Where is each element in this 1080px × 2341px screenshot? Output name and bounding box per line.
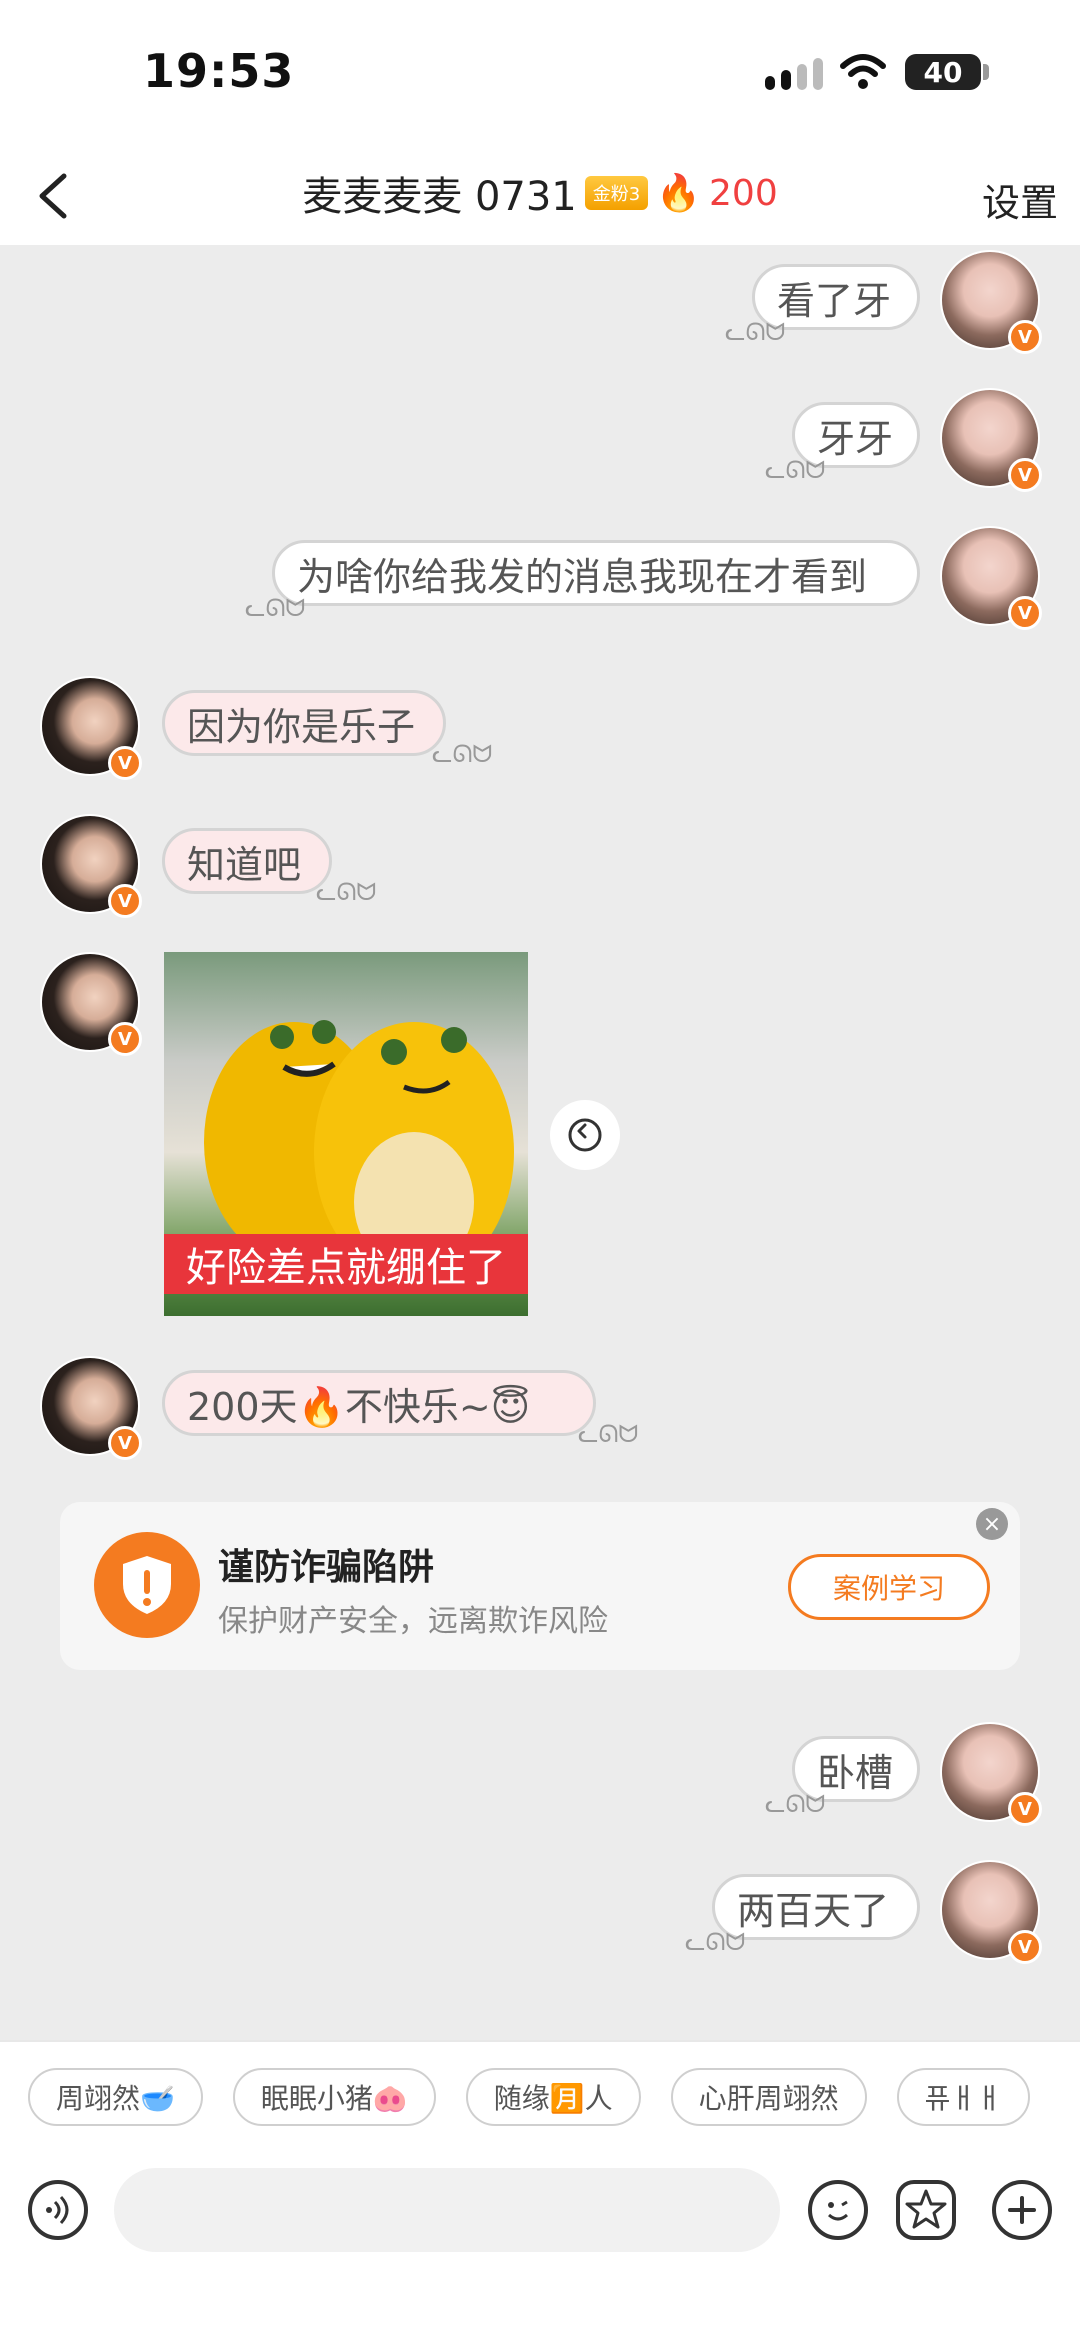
verified-badge-icon: V	[1008, 1792, 1042, 1826]
contact-avatar[interactable]: V	[40, 814, 142, 918]
sticker-caption: 好险差点就绷住了	[164, 1234, 528, 1294]
cat-sticker-deco-icon: ᓚᘏᗢ	[725, 318, 786, 346]
verified-badge-icon: V	[108, 746, 142, 780]
verified-badge-icon: V	[108, 1426, 142, 1460]
fraud-warning-card: 谨防诈骗陷阱 保护财产安全，远离欺诈风险 案例学习 ×	[60, 1502, 1020, 1670]
verified-badge-icon: V	[1008, 1930, 1042, 1964]
verified-badge-icon: V	[108, 884, 142, 918]
my-avatar[interactable]: V	[940, 526, 1042, 630]
cat-sticker-deco-icon: ᓚᘏᗢ	[765, 456, 826, 484]
my-avatar[interactable]: V	[940, 1860, 1042, 1964]
fan-level-badge: 金粉3	[584, 176, 649, 210]
battery-level: 40	[923, 55, 963, 89]
settings-button[interactable]: 设置	[982, 172, 1058, 227]
cellular-signal-icon	[765, 58, 823, 90]
message-bubble[interactable]: 为啥你给我发的消息我现在才看到	[272, 540, 920, 606]
quick-chip[interactable]: 随缘🈷️人	[465, 2068, 641, 2126]
message-bubble[interactable]: 因为你是乐子	[162, 690, 446, 756]
voice-input-icon[interactable]	[28, 2180, 88, 2240]
title-group[interactable]: 麦麦麦麦 0731 金粉3 🔥 200	[0, 164, 1080, 222]
message-input[interactable]	[114, 2168, 780, 2252]
cat-sticker-deco-icon: ᓚᘏᗢ	[765, 1790, 826, 1818]
contact-avatar[interactable]: V	[40, 1356, 142, 1460]
verified-badge-icon: V	[108, 1022, 142, 1056]
contact-avatar[interactable]: V	[40, 952, 142, 1056]
verified-badge-icon: V	[1008, 596, 1042, 630]
sticker-star-icon[interactable]	[896, 2180, 956, 2240]
my-avatar[interactable]: V	[940, 388, 1042, 492]
quick-chip[interactable]: 眠眠小猪🐽	[232, 2068, 436, 2126]
verified-badge-icon: V	[1008, 320, 1042, 354]
close-icon[interactable]: ×	[976, 1508, 1008, 1540]
shield-alert-icon	[94, 1532, 200, 1638]
verified-badge-icon: V	[1008, 458, 1042, 492]
plus-icon[interactable]	[992, 2180, 1052, 2240]
emoji-icon[interactable]	[808, 2180, 868, 2240]
sticker-image[interactable]: 好险差点就绷住了	[164, 952, 528, 1316]
replay-icon[interactable]	[550, 1100, 620, 1170]
wifi-icon	[840, 54, 886, 89]
quick-chip[interactable]: 心肝周翊然	[670, 2068, 867, 2126]
battery-tip	[983, 64, 989, 80]
input-area: 周翊然🥣 眠眠小猪🐽 随缘🈷️人 心肝周翊然 퓨ㅐㅐ	[0, 2040, 1080, 2341]
cat-sticker-deco-icon: ᓚᘏᗢ	[245, 594, 306, 622]
kitty-sticker-deco-icon: ᓚᘏᗢ	[432, 740, 493, 768]
case-study-button[interactable]: 案例学习	[788, 1554, 990, 1620]
kitty-sticker-deco-icon: ᓚᘏᗢ	[316, 878, 377, 906]
yellow-creatures-illustration	[204, 1020, 514, 1282]
message-bubble[interactable]: 知道吧	[162, 828, 332, 894]
composer-row	[0, 2152, 1080, 2262]
quick-reply-chips: 周翊然🥣 眠眠小猪🐽 随缘🈷️人 心肝周翊然 퓨ㅐㅐ	[28, 2068, 1030, 2126]
streak-count: 200	[709, 172, 778, 214]
cat-sticker-deco-icon: ᓚᘏᗢ	[685, 1928, 746, 1956]
my-avatar[interactable]: V	[940, 1722, 1042, 1826]
chat-header: 麦麦麦麦 0731 金粉3 🔥 200 设置	[0, 150, 1080, 245]
chat-title: 麦麦麦麦 0731	[302, 174, 577, 220]
fraud-subtitle: 保护财产安全，远离欺诈风险	[218, 1604, 608, 1639]
status-time: 19:53	[143, 44, 295, 98]
quick-chip[interactable]: 周翊然🥣	[28, 2068, 203, 2126]
kitty-sticker-deco-icon: ᓚᘏᗢ	[578, 1420, 639, 1448]
battery-indicator: 40	[905, 54, 981, 90]
my-avatar[interactable]: V	[940, 250, 1042, 354]
flame-icon: 🔥	[656, 173, 702, 214]
quick-chip[interactable]: 퓨ㅐㅐ	[896, 2068, 1030, 2126]
contact-avatar[interactable]: V	[40, 676, 142, 780]
message-bubble[interactable]: 200天🔥不快乐~😇	[162, 1370, 596, 1436]
fraud-title: 谨防诈骗陷阱	[218, 1547, 435, 1588]
status-bar: 19:53 40	[0, 0, 1080, 150]
